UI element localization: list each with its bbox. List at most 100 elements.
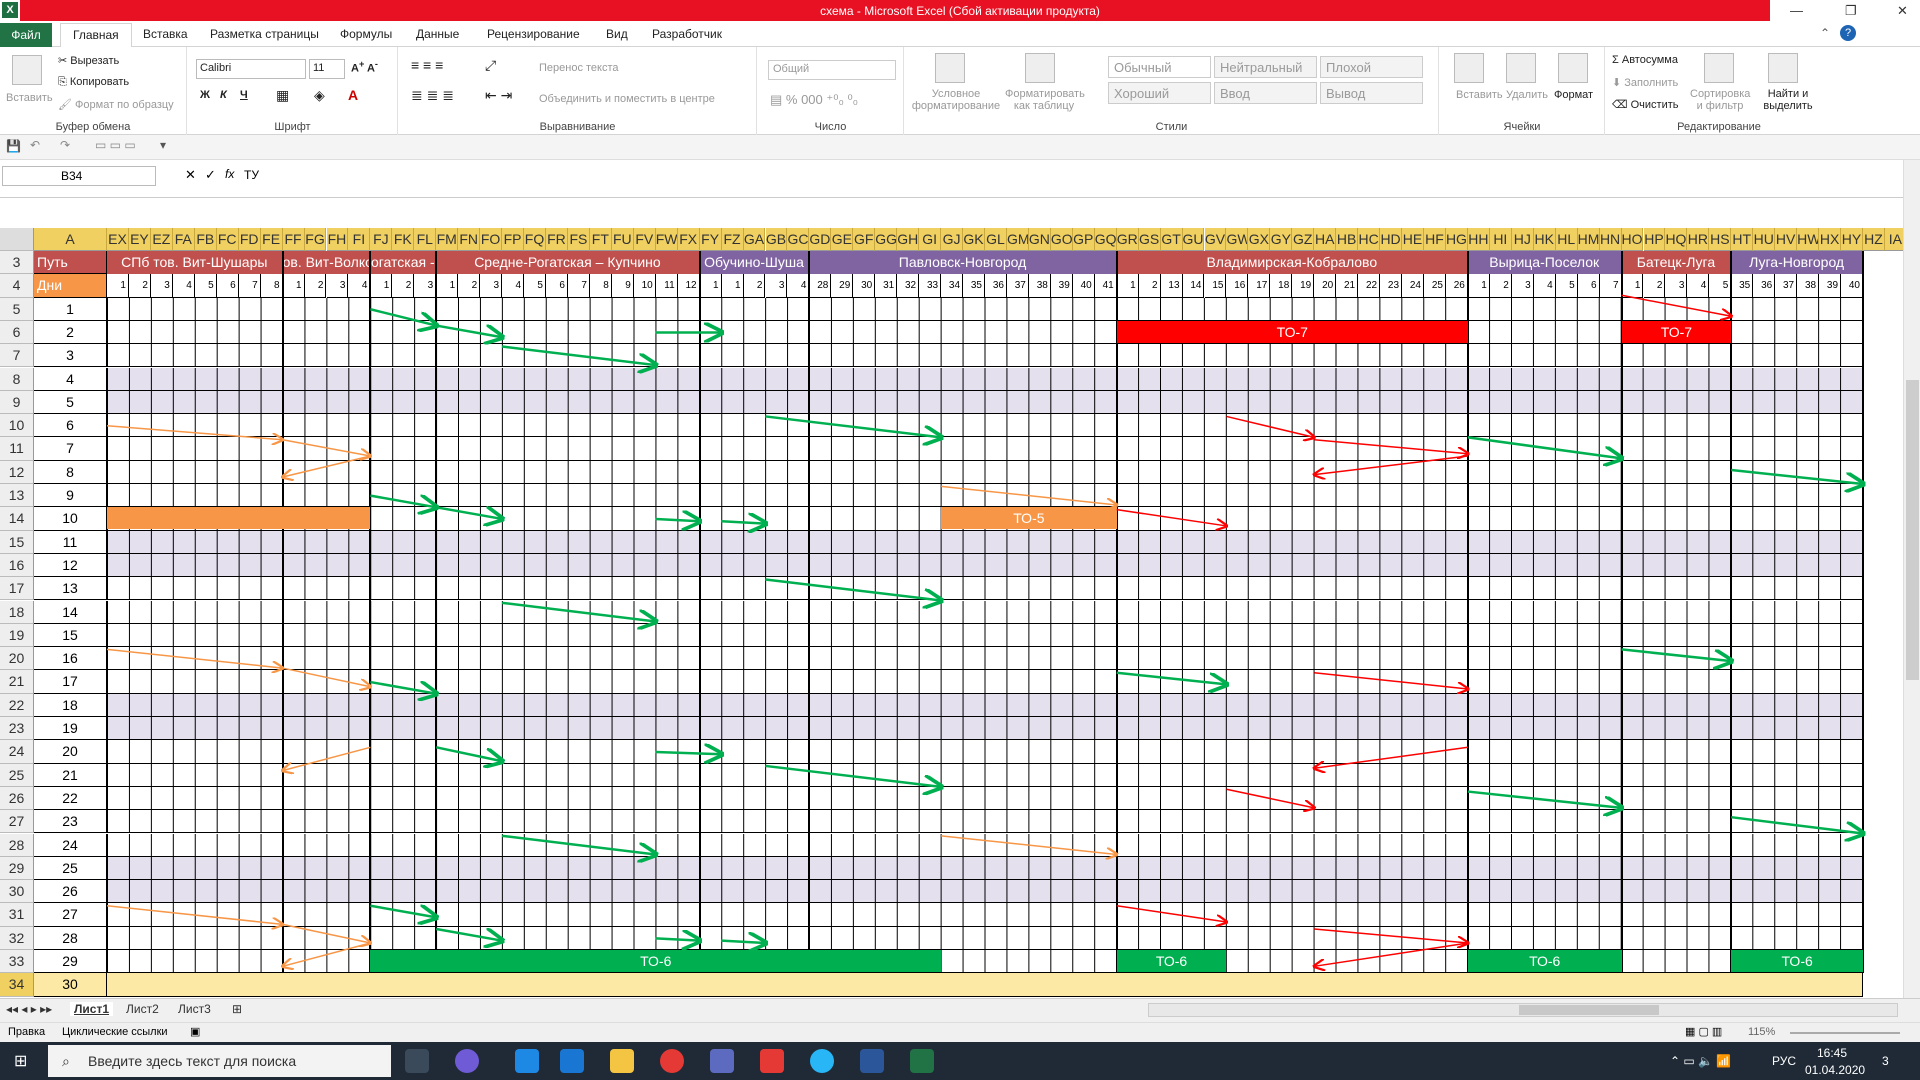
column-header[interactable]: HK [1533,228,1556,251]
day-index-cell[interactable]: 25 [34,856,107,881]
day-number-cell[interactable]: 6 [216,274,239,298]
day-number-cell[interactable]: 22 [1358,274,1381,298]
day-index-cell[interactable]: 22 [34,786,107,811]
tray-icons[interactable]: ⌃ ▭ 🔈 📶 [1670,1054,1731,1068]
row-header[interactable]: 31 [0,903,34,927]
column-header[interactable]: GQ [1094,228,1117,251]
day-index-cell[interactable]: 1 [34,297,107,321]
column-header[interactable]: FG [304,228,327,251]
font-size-select[interactable]: 11 [309,59,345,79]
column-header[interactable]: GT [1160,228,1183,251]
day-number-cell[interactable]: 18 [1270,274,1293,298]
cut-button[interactable]: ✂ Вырезать [58,54,119,67]
merge-center-button[interactable]: Объединить и поместить в центре [539,93,715,105]
day-index-cell[interactable]: 3 [34,344,107,368]
section-header[interactable]: огатская - [370,251,437,274]
column-header[interactable]: HL [1555,228,1578,251]
column-header[interactable]: GW [1226,228,1249,251]
day-index-cell[interactable]: 13 [34,577,107,601]
row-header[interactable]: 24 [0,740,34,764]
day-number-cell[interactable]: 30 [853,274,876,298]
row-header[interactable]: 12 [0,460,34,484]
binoculars-icon[interactable] [1768,53,1798,83]
column-header[interactable]: GV [1204,228,1227,251]
day-index-cell[interactable]: 8 [34,460,107,484]
scroll-thumb[interactable] [1906,380,1919,680]
day-number-cell[interactable]: 3 [326,274,349,298]
column-header[interactable]: HJ [1511,228,1534,251]
row-header[interactable]: 33 [0,950,34,974]
store-icon[interactable] [710,1049,734,1073]
formula-input[interactable]: ТУ [244,166,1904,192]
day-number-cell[interactable]: 2 [458,274,481,298]
notification-count[interactable]: 3 [1882,1054,1889,1068]
column-header[interactable]: FH [326,228,349,251]
clock-date[interactable]: 01.04.2020 [1805,1063,1865,1077]
day-index-cell[interactable]: 27 [34,903,107,927]
zoom-level[interactable]: 115% [1748,1026,1775,1038]
name-box[interactable]: B34 [2,166,156,186]
day-number-cell[interactable]: 4 [787,274,810,298]
horizontal-scrollbar[interactable] [1148,1003,1898,1017]
qat-tools-icon[interactable]: ▭ ▭ ▭ [95,138,136,152]
yandex-icon[interactable] [760,1049,784,1073]
day-index-cell[interactable]: 9 [34,484,107,508]
tab-view[interactable]: Вид [606,27,628,41]
column-header[interactable]: HG [1445,228,1468,251]
row-header[interactable]: 27 [0,810,34,834]
column-header[interactable]: GB [765,228,788,251]
day-number-cell[interactable]: 7 [567,274,590,298]
paste-icon[interactable] [12,55,42,85]
worksheet[interactable]: A EX EY EZ FA FB FC FD FE FF FG FH FI FJ FK FL FM FN FO FP F… [0,228,1920,998]
row-header[interactable]: 23 [0,717,34,741]
day-number-cell[interactable]: 21 [1336,274,1359,298]
day-index-cell[interactable]: 10 [34,507,107,531]
tab-data[interactable]: Данные [416,27,459,41]
day-number-cell[interactable]: 19 [1292,274,1315,298]
day-index-cell[interactable]: 28 [34,926,107,950]
day-number-cell[interactable]: 39 [1819,274,1842,298]
column-header[interactable]: HS [1709,228,1732,251]
column-header[interactable]: GZ [1292,228,1315,251]
column-header[interactable]: FB [194,228,217,251]
autosum-button[interactable]: Σ Автосумма [1612,54,1678,66]
word-icon[interactable] [860,1049,884,1073]
day-number-cell[interactable]: 37 [1006,274,1029,298]
insert-cells-button[interactable]: Вставить [1456,89,1503,101]
day-index-cell[interactable]: 5 [34,390,107,415]
column-header[interactable]: EY [128,228,151,251]
column-header[interactable]: HM [1577,228,1600,251]
column-header[interactable]: GY [1270,228,1293,251]
alice-icon[interactable] [455,1049,479,1073]
tab-file[interactable]: Файл [0,23,52,47]
column-header[interactable]: GH [897,228,920,251]
row-header[interactable]: 17 [0,577,34,601]
row-header[interactable]: 28 [0,833,34,857]
column-header[interactable]: HI [1489,228,1512,251]
day-number-cell[interactable]: 9 [611,274,634,298]
restore-button[interactable]: ❐ [1845,3,1857,19]
row-header[interactable]: 16 [0,553,34,578]
sort-filter-icon[interactable] [1704,53,1734,83]
day-number-cell[interactable]: 7 [1599,274,1622,298]
day-number-cell[interactable]: 3 [414,274,437,298]
day-number-cell[interactable]: 15 [1204,274,1227,298]
schedule-bar[interactable]: ТО-5 [941,507,1117,530]
style-good[interactable]: Хороший [1108,82,1211,104]
column-header[interactable]: FP [502,228,525,251]
day-number-cell[interactable]: 40 [1072,274,1095,298]
day-number-cell[interactable]: 1 [699,274,722,298]
day-number-cell[interactable]: 20 [1314,274,1337,298]
column-header[interactable]: GN [1028,228,1051,251]
column-header[interactable]: HD [1380,228,1403,251]
collapse-ribbon-icon[interactable]: ⌃ [1820,26,1830,40]
column-header[interactable]: HR [1687,228,1710,251]
new-sheet-icon[interactable]: ⊞ [232,1002,242,1016]
section-header[interactable]: ов. Вит-Волко [282,251,371,274]
taskbar-search[interactable]: Введите здесь текст для поиска [48,1045,391,1077]
format-as-table-button[interactable]: Форматировать как таблицу [1005,88,1085,112]
day-number-cell[interactable]: 1 [370,274,393,298]
day-index-cell[interactable]: 2 [34,320,107,345]
row-header[interactable]: 8 [0,367,34,391]
column-header[interactable]: HH [1467,228,1490,251]
